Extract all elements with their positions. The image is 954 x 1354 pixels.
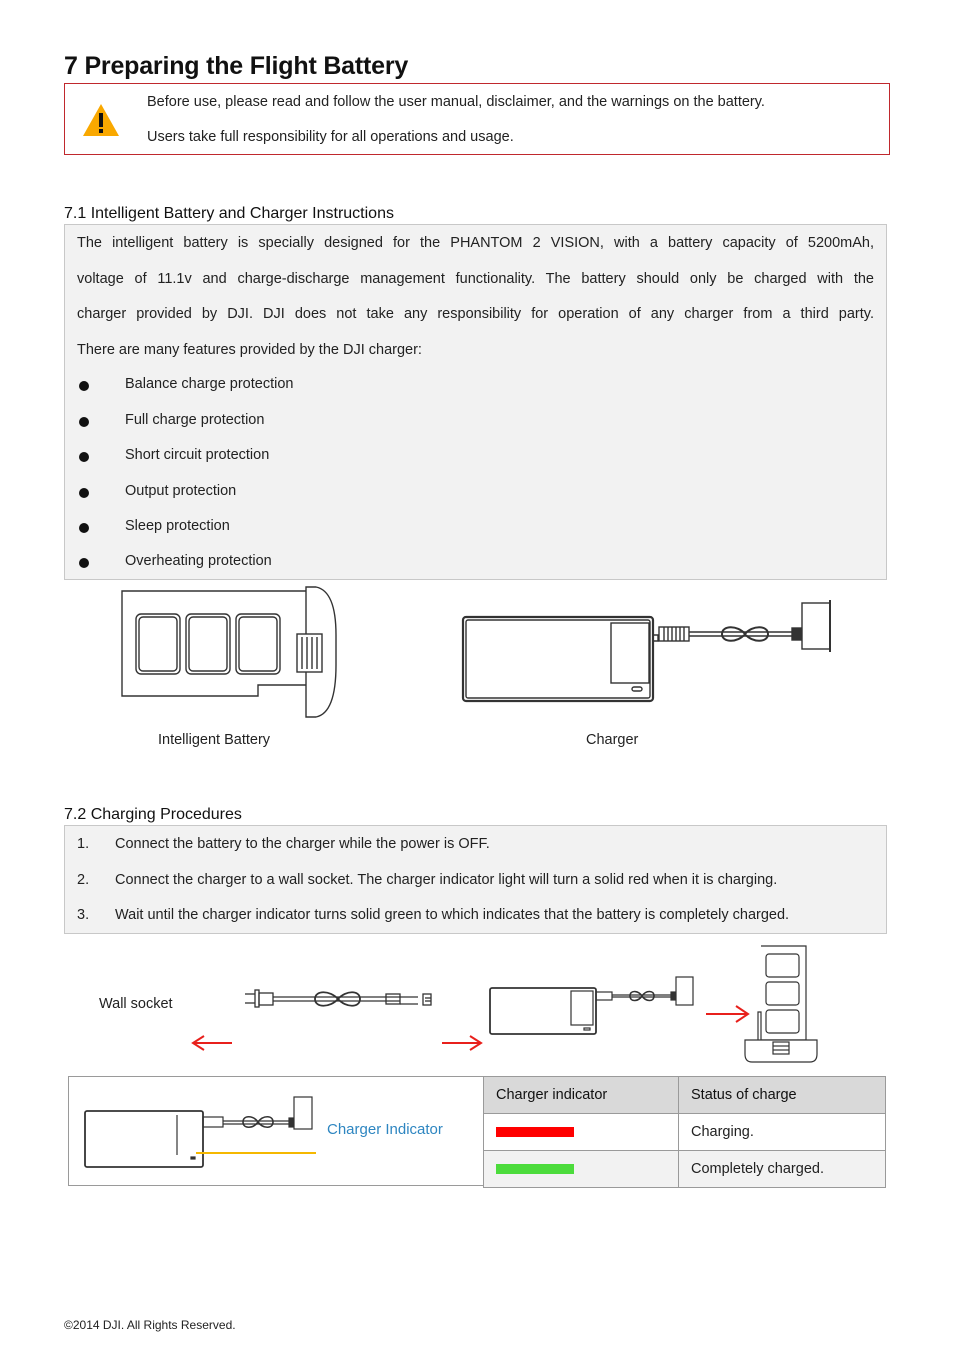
red-indicator-swatch [496, 1127, 574, 1138]
table-row: Charging. [483, 1113, 886, 1151]
warning-triangle-icon [83, 104, 119, 136]
warning-text: Users take full responsibility for all o… [147, 129, 514, 145]
arrow-right-icon [442, 1035, 483, 1051]
section-heading: 7.1 Intelligent Battery and Charger Inst… [64, 205, 394, 222]
power-cable-illustration [245, 989, 432, 1008]
green-indicator-swatch [496, 1164, 574, 1175]
column-header: Status of charge [678, 1076, 886, 1114]
intelligent-battery-illustration [121, 586, 337, 718]
battery-instructions-box: The intelligent battery is specially des… [64, 224, 887, 580]
section-heading: 7.2 Charging Procedures [64, 806, 242, 823]
charger-caption: Charger [586, 732, 639, 748]
instructions-paragraph: The intelligent battery is specially des… [77, 226, 874, 368]
paragraph-line: voltage of 11.1v and charge-discharge ma… [77, 270, 874, 287]
wall-socket-label: Wall socket [99, 996, 173, 1012]
table-row: Completely charged. [483, 1150, 886, 1188]
copyright-footer: ©2014 DJI. All Rights Reserved. [64, 1318, 236, 1332]
bullet-icon [79, 452, 89, 462]
paragraph-line: charger provided by DJI. DJI does not ta… [77, 306, 874, 322]
table-header-row: Charger indicator Status of charge [483, 1076, 886, 1114]
charger-indicator-label: Charger Indicator [327, 1121, 443, 1138]
charger-indicator-illustration [84, 1096, 316, 1168]
bullet-icon [79, 488, 89, 498]
battery-caption: Intelligent Battery [158, 732, 271, 748]
charger-illustration [461, 600, 831, 703]
bullet-icon [79, 523, 89, 533]
page-title: 7 Preparing the Flight Battery [64, 52, 409, 80]
bullet-icon [79, 417, 89, 427]
charging-steps-box: 1. Connect the battery to the charger whi… [64, 825, 887, 934]
bullet-icon [79, 381, 89, 391]
arrow-left-icon [191, 1035, 232, 1051]
warning-text: Before use, please read and follow the u… [147, 94, 765, 110]
battery-vertical-illustration [744, 945, 818, 1063]
paragraph-line: There are many features provided by the … [77, 341, 422, 358]
charger-indicator-figure: Charger Indicator [68, 1076, 484, 1186]
paragraph-line: The intelligent battery is specially des… [77, 235, 874, 251]
charger-indicator-table: Charger indicator Status of charge Charg… [483, 1076, 886, 1188]
bullet-icon [79, 558, 89, 568]
status-cell: Charging. [678, 1113, 886, 1151]
warning-box: Before use, please read and follow the u… [64, 83, 890, 155]
status-cell: Completely charged. [678, 1150, 886, 1188]
column-header: Charger indicator [483, 1076, 679, 1114]
charger-small-illustration [489, 976, 694, 1035]
